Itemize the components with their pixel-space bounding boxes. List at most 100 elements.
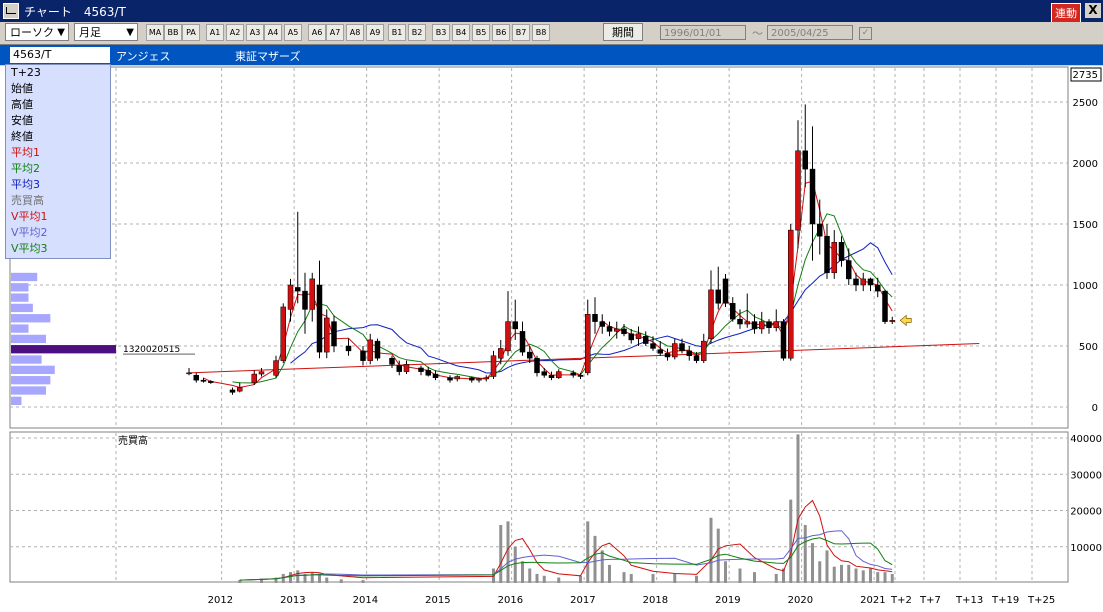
tool-button-3-icon[interactable]: PA — [182, 24, 200, 41]
volume-bar — [847, 564, 851, 583]
candle-body — [418, 367, 424, 372]
symbol-marker: o — [100, 48, 107, 61]
candle-body — [817, 223, 823, 237]
candle-body — [802, 150, 808, 170]
tool-button-20-icon[interactable]: B8 — [532, 24, 550, 41]
volume-bar — [528, 568, 532, 583]
candle-body — [186, 372, 192, 375]
candle-body — [396, 365, 402, 372]
title-bar: チャート 4563/T 連動 X — [0, 0, 1103, 23]
tool-button-12-icon[interactable]: A9 — [366, 24, 384, 41]
volume-bar — [586, 521, 590, 583]
y-tick-label: 20000 — [1070, 507, 1102, 518]
volume-bar — [811, 543, 814, 583]
period-button[interactable]: 期間 — [603, 23, 643, 41]
candle-body — [324, 317, 330, 353]
candle-body — [788, 229, 794, 359]
candle-body — [309, 278, 315, 310]
legend-panel: T+23 始値 高値 安値 終値 平均1 平均2 平均3 売買高 V平均1 V平均2 V平均3 — [5, 64, 111, 259]
chevron-down-icon: ▼ — [126, 27, 134, 38]
tool-button-19-icon[interactable]: B7 — [512, 24, 530, 41]
tool-button-6-icon[interactable]: A3 — [246, 24, 264, 41]
candle-body — [469, 377, 475, 381]
candle-body — [585, 314, 591, 374]
candle-body — [766, 321, 772, 328]
legend-item: 高値 — [11, 98, 33, 111]
chart-type-value: ローソク — [10, 26, 54, 39]
tool-button-15-icon[interactable]: B3 — [432, 24, 450, 41]
volume-bar — [724, 561, 727, 583]
volume-profile-label: 1320020515 — [123, 345, 180, 355]
candle-body — [287, 284, 294, 310]
candle-body — [498, 348, 504, 359]
candle-body — [751, 321, 758, 330]
candle-body — [867, 278, 874, 286]
chart-area[interactable]: 2012 2013 2014 2015 2016 2017 2018 2019 2020 2021… — [0, 66, 1103, 612]
candle-body — [483, 377, 489, 380]
candle-body — [505, 321, 511, 352]
volume-profile-bar — [11, 365, 55, 375]
candle-body — [193, 375, 199, 381]
date-range-checkbox[interactable]: ✓ — [859, 27, 872, 40]
date-range-separator: ～ — [752, 27, 763, 40]
close-button[interactable]: X — [1085, 3, 1101, 18]
volume-profile-bar — [11, 324, 29, 333]
y-tick-label: 1500 — [1073, 220, 1098, 231]
candle-body — [672, 343, 678, 358]
candle-body — [360, 350, 366, 361]
candle-body — [780, 321, 787, 359]
tool-button-7-icon[interactable]: A4 — [264, 24, 282, 41]
x-tick-label: 2015 — [425, 595, 450, 606]
tool-button-13-icon[interactable]: B1 — [388, 24, 406, 41]
chart-type-select[interactable]: ローソク ▼ — [5, 23, 69, 41]
tool-button-16-icon[interactable]: B4 — [452, 24, 470, 41]
tool-button-11-icon[interactable]: A8 — [346, 24, 364, 41]
renkei-button[interactable]: 連動 — [1051, 3, 1081, 23]
tool-button-2-icon[interactable]: BB — [164, 24, 182, 41]
volume-bar — [738, 568, 742, 583]
candle-body — [875, 284, 881, 292]
candle-body — [693, 355, 700, 361]
volume-bar — [325, 577, 329, 583]
date-to-field[interactable]: 2005/04/25 — [767, 25, 853, 40]
candle-body — [715, 289, 721, 304]
legend-item: 始値 — [11, 82, 33, 95]
candle-body — [809, 168, 816, 225]
volume-bar — [869, 568, 872, 583]
candle-body — [454, 376, 460, 380]
symbol-code-input[interactable]: 4563/T — [10, 47, 110, 63]
chart-canvas[interactable]: 2012 2013 2014 2015 2016 2017 2018 2019 2020 2021… — [0, 66, 1103, 612]
date-from-value: 1996/01/01 — [664, 28, 722, 39]
tool-button-8-icon[interactable]: A5 — [284, 24, 302, 41]
tool-button-10-icon[interactable]: A7 — [326, 24, 344, 41]
date-to-value: 2005/04/25 — [771, 28, 829, 39]
date-from-field[interactable]: 1996/01/01 — [660, 25, 746, 40]
candle-body — [490, 355, 497, 377]
tool-button-5-icon[interactable]: A2 — [226, 24, 244, 41]
tool-button-4-icon[interactable]: A1 — [206, 24, 224, 41]
tool-button-18-icon[interactable]: B6 — [492, 24, 510, 41]
x-tick-label: 2020 — [788, 595, 813, 606]
volume-profile-bar — [11, 283, 29, 292]
candle-body — [773, 321, 779, 328]
candle-body — [650, 343, 656, 349]
volume-bar — [774, 573, 778, 583]
legend-item: 安値 — [11, 114, 33, 127]
volume-bar — [796, 434, 800, 583]
candle-body — [722, 278, 729, 304]
candle-body — [556, 371, 562, 378]
candle-body — [251, 373, 257, 383]
candle-body — [200, 379, 207, 382]
tool-button-1-icon[interactable]: MA — [146, 24, 164, 41]
candle-body — [527, 351, 533, 359]
tool-button-17-icon[interactable]: B5 — [472, 24, 490, 41]
y-tick-label: 2500 — [1073, 98, 1098, 109]
tool-button-9-icon[interactable]: A6 — [308, 24, 326, 41]
legend-item: 平均1 — [11, 146, 40, 159]
x-tick-label: 2019 — [715, 595, 740, 606]
tool-button-14-icon[interactable]: B2 — [408, 24, 426, 41]
period-select[interactable]: 月足 ▼ — [74, 23, 138, 41]
candle-body — [621, 328, 627, 335]
volume-bar — [695, 575, 698, 583]
candle-body — [860, 278, 866, 286]
